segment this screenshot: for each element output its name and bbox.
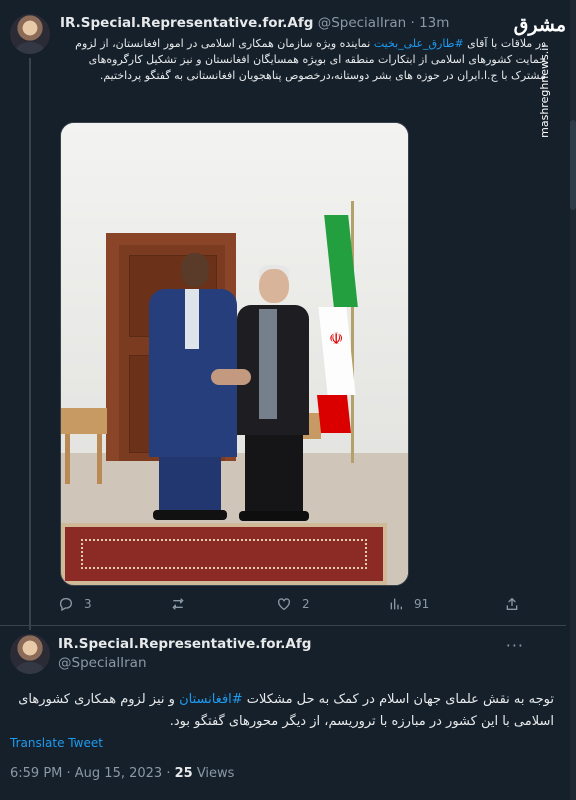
display-name[interactable]: IR.Special.Representative.for.Afg	[60, 15, 313, 31]
tweet-text-part: توجه به نقش علمای جهان اسلام در کمک به ح…	[242, 692, 554, 707]
carpet-pattern	[81, 539, 367, 569]
tweet-photo[interactable]: ☫	[60, 122, 409, 586]
table-leg	[97, 434, 102, 484]
person-right-head	[259, 269, 289, 303]
watermark: مشرق mashreghnews.ir	[514, 14, 572, 138]
more-options-button[interactable]: ···	[506, 636, 524, 655]
person-left-head	[181, 253, 209, 287]
avatar[interactable]	[10, 14, 50, 54]
person-left-shoes	[153, 510, 227, 520]
like-button[interactable]: 2	[276, 596, 310, 612]
divider	[0, 625, 566, 626]
flag-pole	[351, 201, 354, 463]
tweet-header: IR.Special.Representative.for.Afg	[58, 636, 311, 652]
separator-dot: ·	[410, 15, 415, 31]
display-name[interactable]: IR.Special.Representative.for.Afg	[58, 636, 311, 652]
person-left-shirt	[185, 289, 199, 349]
retweet-button[interactable]	[170, 596, 196, 612]
watermark-site: mashreghnews.ir	[538, 43, 552, 138]
person-left-legs	[159, 457, 221, 512]
photo-side-table	[61, 408, 107, 434]
photo-carpet	[61, 523, 387, 585]
tweet-meta: 6:59 PM · Aug 15, 2023 · 25 Views	[10, 766, 234, 781]
share-button[interactable]	[504, 596, 520, 612]
flag-emblem-icon: ☫	[329, 329, 344, 348]
views-count: 91	[414, 597, 430, 611]
table-leg	[65, 434, 70, 484]
views-count: 25	[174, 766, 193, 781]
person-right-legs	[245, 435, 303, 515]
handle[interactable]: @SpecialIran	[58, 655, 147, 671]
timestamp[interactable]: 13m	[419, 15, 449, 31]
flag-red-stripe	[317, 395, 351, 433]
reply-icon	[58, 596, 74, 612]
person-right-shoes	[239, 511, 309, 521]
reply-button[interactable]: 3	[58, 596, 92, 612]
tweet-text: توجه به نقش علمای جهان اسلام در کمک به ح…	[10, 689, 554, 733]
tweet-text: در ملاقات با آقای #طارق_علی_بخیت نماینده…	[60, 36, 546, 84]
heart-icon	[276, 596, 292, 612]
retweet-icon	[170, 596, 186, 612]
watermark-logo: مشرق	[513, 14, 566, 36]
avatar[interactable]	[10, 634, 50, 674]
hashtag-link[interactable]: #افغانستان	[179, 692, 243, 707]
tweet-header: IR.Special.Representative.for.Afg @Speci…	[60, 15, 449, 31]
views-icon	[388, 596, 404, 612]
thread-connector	[29, 58, 31, 630]
timestamp[interactable]: 6:59 PM · Aug 15, 2023 ·	[10, 766, 175, 781]
like-count: 2	[302, 597, 310, 611]
scrollbar[interactable]	[570, 120, 576, 210]
views-button[interactable]: 91	[388, 596, 429, 612]
reply-count: 3	[84, 597, 92, 611]
hashtag-link[interactable]: #طارق_علی_بخیت	[374, 37, 464, 50]
handle[interactable]: @SpecialIran	[318, 15, 407, 31]
person-right-shirt	[259, 309, 277, 419]
translate-tweet-link[interactable]: Translate Tweet	[10, 736, 103, 750]
handshake	[211, 369, 251, 385]
share-icon	[504, 596, 520, 612]
tweet-action-bar: 3 2 91	[58, 596, 528, 616]
views-label: Views	[192, 766, 235, 781]
